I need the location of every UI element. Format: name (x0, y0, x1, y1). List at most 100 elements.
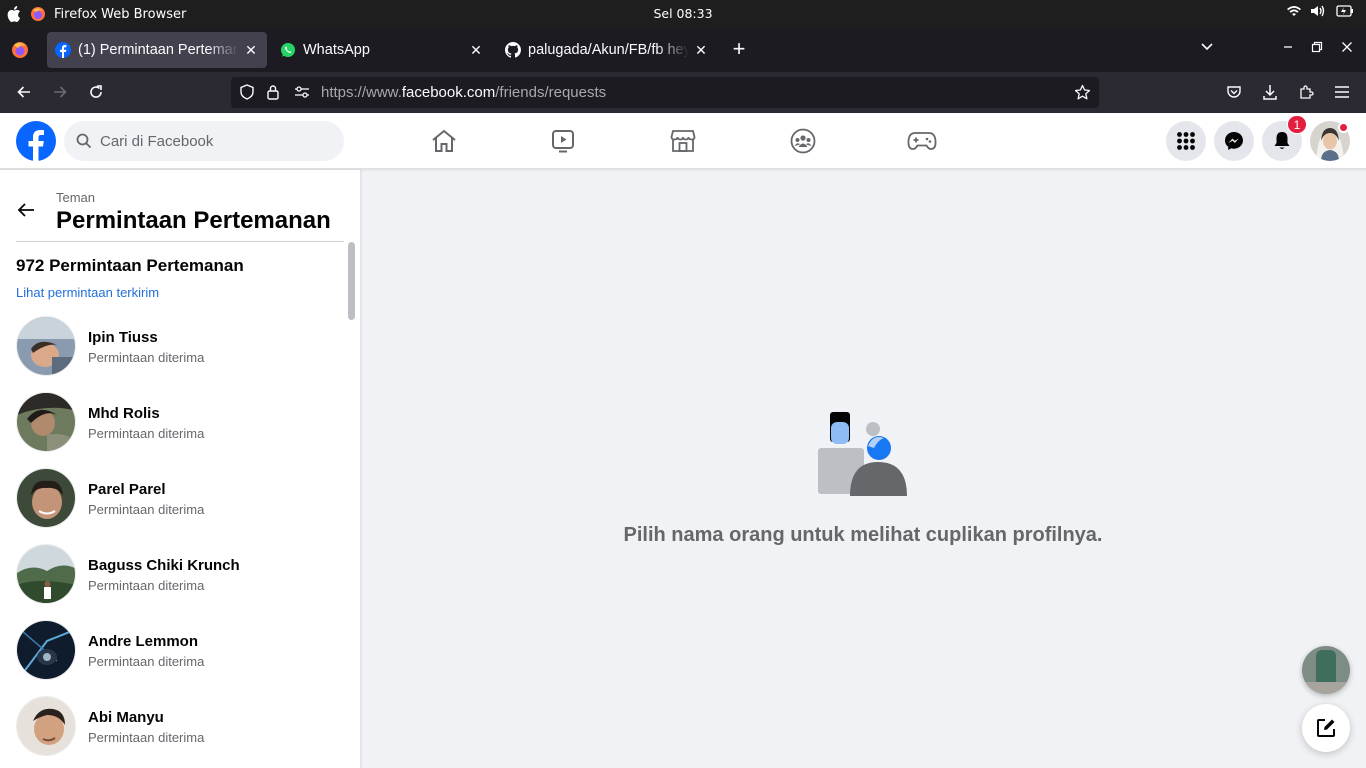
empty-state-message: Pilih nama orang untuk melihat cuplikan … (623, 524, 1103, 546)
messenger-button[interactable] (1214, 121, 1254, 161)
request-list: Ipin Tiuss Permintaan diterima Mhd Rolis… (0, 310, 345, 766)
avatar[interactable] (16, 316, 76, 376)
request-status: Permintaan diterima (88, 502, 205, 517)
request-status: Permintaan diterima (88, 730, 205, 745)
nav-groups[interactable] (747, 113, 859, 169)
avatar[interactable] (16, 544, 76, 604)
firefox-small-icon (31, 7, 45, 21)
gaming-icon (907, 132, 937, 150)
avatar[interactable] (16, 468, 76, 528)
tab-facebook[interactable]: (1) Permintaan Pertemanan ✕ (47, 32, 267, 68)
battery-icon (1336, 5, 1353, 17)
people-illustration-icon (818, 412, 907, 496)
tab-close-icon[interactable]: ✕ (468, 42, 484, 59)
request-name[interactable]: Mhd Rolis (88, 405, 160, 422)
system-tray[interactable] (1286, 4, 1354, 18)
list-item[interactable]: Mhd Rolis Permintaan diterima (0, 386, 345, 462)
firefox-view-icon[interactable] (0, 28, 40, 72)
facebook-header (0, 113, 1366, 169)
facebook-logo-icon[interactable] (16, 121, 56, 161)
marketplace-icon (670, 130, 696, 152)
reload-icon[interactable] (86, 82, 106, 102)
request-count-heading: 972 Permintaan Pertemanan (16, 256, 244, 275)
search-icon (76, 133, 92, 149)
list-all-tabs-icon[interactable] (1200, 40, 1214, 54)
chat-head-avatar[interactable] (1302, 646, 1350, 694)
tab-github[interactable]: palugada/Akun/FB/fb hey ✕ (497, 32, 717, 68)
page-title: Permintaan Pertemanan (56, 207, 331, 234)
tab-close-icon[interactable]: ✕ (693, 42, 709, 59)
wifi-icon (1287, 6, 1301, 16)
tab-close-icon[interactable]: ✕ (243, 42, 259, 59)
back-arrow-button[interactable] (10, 194, 42, 226)
breadcrumb-friends[interactable]: Teman (56, 190, 95, 205)
list-item[interactable]: Abi Manyu Permintaan diterima (0, 690, 345, 766)
nav-marketplace[interactable] (627, 113, 739, 169)
url-text[interactable]: https://www.facebook.com/friends/request… (321, 84, 606, 101)
list-item[interactable]: Ipin Tiuss Permintaan diterima (0, 310, 345, 386)
avatar[interactable] (16, 392, 76, 452)
home-icon (432, 129, 456, 152)
tracking-protection-icon[interactable] (239, 84, 255, 100)
system-clock[interactable]: Sel 08:33 (0, 6, 1366, 21)
minimize-icon[interactable] (1282, 40, 1294, 56)
tab-whatsapp[interactable]: WhatsApp ✕ (272, 32, 492, 68)
request-name[interactable]: Ipin Tiuss (88, 329, 158, 346)
list-item[interactable]: Andre Lemmon Permintaan diterima (0, 614, 345, 690)
request-status: Permintaan diterima (88, 426, 205, 441)
extensions-icon[interactable] (1296, 82, 1316, 102)
browser-tab-bar: (1) Permintaan Pertemanan ✕ WhatsApp ✕ p… (0, 28, 1366, 72)
compose-icon (1317, 719, 1335, 737)
avatar[interactable] (16, 620, 76, 680)
lock-icon[interactable] (266, 84, 280, 100)
browser-navigation-bar: https://www.facebook.com/friends/request… (0, 72, 1366, 113)
volume-icon (1311, 5, 1325, 17)
list-item[interactable]: Baguss Chiki Krunch Permintaan diterima (0, 538, 345, 614)
request-name[interactable]: Parel Parel (88, 481, 166, 498)
forward-icon[interactable] (50, 82, 70, 102)
avatar[interactable] (16, 696, 76, 756)
request-status: Permintaan diterima (88, 654, 205, 669)
request-name[interactable]: Andre Lemmon (88, 633, 198, 650)
url-domain: facebook.com (401, 84, 496, 101)
close-window-icon[interactable] (1341, 40, 1353, 56)
back-icon[interactable] (14, 82, 34, 102)
nav-home[interactable] (388, 113, 500, 169)
permissions-icon[interactable] (294, 85, 310, 99)
search-input[interactable] (100, 132, 320, 150)
request-name[interactable]: Abi Manyu (88, 709, 164, 726)
groups-icon (790, 128, 816, 154)
app-title: Firefox Web Browser (54, 6, 187, 22)
pocket-icon[interactable] (1224, 82, 1244, 102)
scrollbar-thumb[interactable] (348, 242, 355, 320)
nav-gaming[interactable] (866, 113, 978, 169)
downloads-icon[interactable] (1260, 82, 1280, 102)
list-item[interactable]: Parel Parel Permintaan diterima (0, 462, 345, 538)
facebook-search-box[interactable] (64, 121, 344, 161)
restore-icon[interactable] (1311, 40, 1323, 56)
url-path: /friends/requests (495, 84, 607, 101)
tab-title: palugada/Akun/FB/fb hey (528, 42, 689, 58)
apple-menu-icon[interactable] (2, 0, 26, 28)
messenger-icon (1225, 132, 1243, 150)
tab-title: WhatsApp (303, 42, 370, 58)
video-icon (552, 130, 574, 153)
bookmark-star-icon[interactable] (1074, 84, 1091, 101)
request-status: Permintaan diterima (88, 350, 205, 365)
friend-requests-panel: Teman Permintaan Pertemanan 972 Perminta… (0, 170, 360, 768)
notification-badge: 1 (1287, 115, 1307, 134)
arrow-left-icon (17, 203, 34, 217)
new-message-button[interactable] (1302, 704, 1350, 752)
menu-button[interactable] (1166, 121, 1206, 161)
request-status: Permintaan diterima (88, 578, 205, 593)
whatsapp-icon (281, 43, 295, 57)
os-top-bar: Firefox Web Browser Sel 08:33 (0, 0, 1366, 28)
new-tab-button[interactable]: + (728, 38, 750, 61)
url-prefix: https://www. (321, 84, 402, 101)
menu-hamburger-icon[interactable] (1332, 82, 1352, 102)
nav-video[interactable] (507, 113, 619, 169)
view-sent-requests-link[interactable]: Lihat permintaan terkirim (16, 285, 159, 300)
request-name[interactable]: Baguss Chiki Krunch (88, 557, 240, 574)
url-bar[interactable]: https://www.facebook.com/friends/request… (231, 77, 1099, 108)
github-icon (505, 42, 521, 58)
